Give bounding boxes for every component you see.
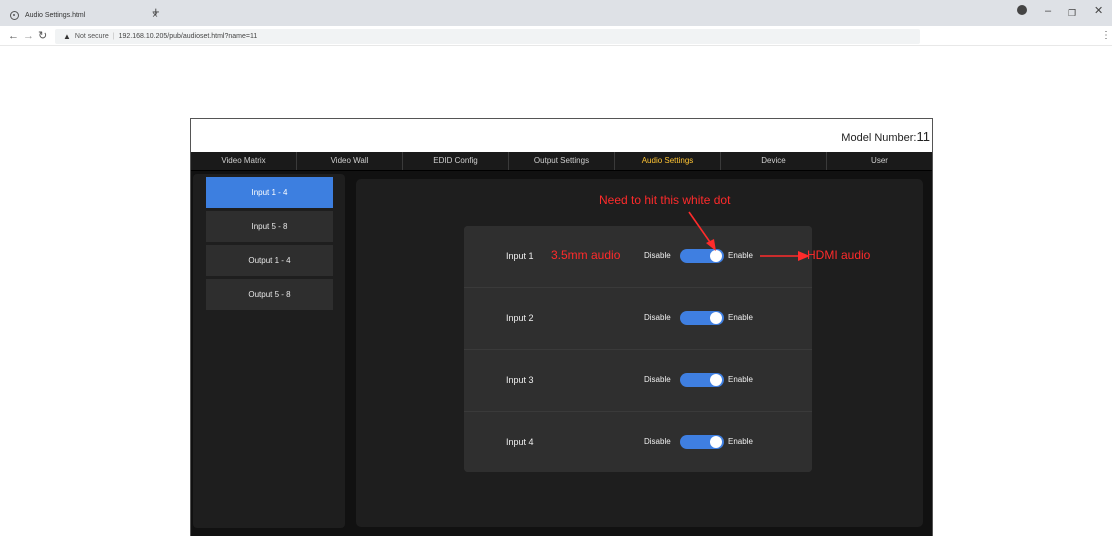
disable-label: Disable (644, 313, 671, 322)
tab-edid-config[interactable]: EDID Config (403, 152, 509, 170)
sidebar-item-output-5-8[interactable]: Output 5 - 8 (206, 279, 333, 310)
sidebar: Input 1 - 4 Input 5 - 8 Output 1 - 4 Out… (193, 174, 345, 528)
disable-label: Disable (644, 375, 671, 384)
audio-toggle-input-3[interactable] (680, 373, 724, 387)
enable-label: Enable (728, 375, 753, 384)
annotation-hdmi-audio: HDMI audio (807, 248, 871, 262)
url-field[interactable]: ▲ Not secure | 192.168.10.205/pub/audios… (55, 29, 920, 44)
annotation-white-dot: Need to hit this white dot (599, 193, 731, 207)
tab-video-wall[interactable]: Video Wall (297, 152, 403, 170)
close-window-icon[interactable]: ✕ (1094, 4, 1103, 18)
enable-label: Enable (728, 251, 753, 260)
row-label: Input 3 (506, 375, 534, 385)
record-icon[interactable] (1017, 5, 1027, 15)
app-header: Model Number:11 (191, 119, 932, 152)
browser-tab-strip: Audio Settings.html × + – ❐ ✕ (0, 0, 1112, 26)
row-label: Input 2 (506, 313, 534, 323)
tab-output-settings[interactable]: Output Settings (509, 152, 615, 170)
row-label: Input 1 (506, 251, 534, 261)
menu-icon[interactable]: ⋮ (1101, 29, 1111, 43)
forward-icon[interactable]: → (23, 29, 34, 43)
not-secure-label: Not secure (74, 33, 109, 40)
warning-icon: ▲ (63, 32, 71, 41)
audio-row-input-4: Input 4 Disable Enable (464, 412, 812, 472)
maximize-icon[interactable]: ❐ (1068, 6, 1076, 20)
browser-tab[interactable]: Audio Settings.html × (4, 4, 164, 26)
audio-toggle-input-4[interactable] (680, 435, 724, 449)
app-frame: Model Number:11 Video Matrix Video Wall … (190, 118, 933, 536)
minimize-icon[interactable]: – (1045, 4, 1051, 18)
audio-row-input-2: Input 2 Disable Enable (464, 288, 812, 349)
audio-toggle-input-2[interactable] (680, 311, 724, 325)
back-icon[interactable]: ← (8, 29, 19, 43)
globe-icon (10, 10, 19, 20)
tab-user[interactable]: User (827, 152, 932, 170)
audio-panel: Input 1 Disable Enable Input 2 Disable E… (464, 226, 812, 472)
url-divider: | (112, 33, 115, 40)
sidebar-item-input-5-8[interactable]: Input 5 - 8 (206, 211, 333, 242)
toggle-knob[interactable] (710, 374, 722, 386)
plus-icon[interactable]: + (152, 5, 160, 19)
audio-toggle-input-1[interactable] (680, 249, 724, 263)
address-toolbar: ← → ↻ ▲ Not secure | 192.168.10.205/pub/… (0, 26, 1112, 46)
sidebar-item-output-1-4[interactable]: Output 1 - 4 (206, 245, 333, 276)
audio-row-input-1: Input 1 Disable Enable (464, 226, 812, 287)
model-label: Model Number: (841, 132, 917, 144)
tab-audio-settings[interactable]: Audio Settings (615, 152, 721, 170)
disable-label: Disable (644, 437, 671, 446)
main-content: Input 1 Disable Enable Input 2 Disable E… (356, 179, 923, 527)
toggle-knob[interactable] (710, 250, 722, 262)
tab-title: Audio Settings.html (25, 11, 86, 19)
audio-row-input-3: Input 3 Disable Enable (464, 350, 812, 411)
sidebar-item-input-1-4[interactable]: Input 1 - 4 (206, 177, 333, 208)
model-number: Model Number:11 (841, 129, 930, 144)
reload-icon[interactable]: ↻ (38, 29, 47, 43)
model-value: 11 (916, 129, 931, 144)
row-label: Input 4 (506, 437, 534, 447)
disable-label: Disable (644, 251, 671, 260)
tab-device[interactable]: Device (721, 152, 827, 170)
enable-label: Enable (728, 313, 753, 322)
toggle-knob[interactable] (710, 312, 722, 324)
enable-label: Enable (728, 437, 753, 446)
url-text: 192.168.10.205/pub/audioset.html?name=11 (118, 33, 258, 40)
main-nav: Video Matrix Video Wall EDID Config Outp… (191, 152, 932, 171)
toggle-knob[interactable] (710, 436, 722, 448)
tab-video-matrix[interactable]: Video Matrix (191, 152, 297, 170)
annotation-3-5mm-audio: 3.5mm audio (551, 248, 621, 262)
